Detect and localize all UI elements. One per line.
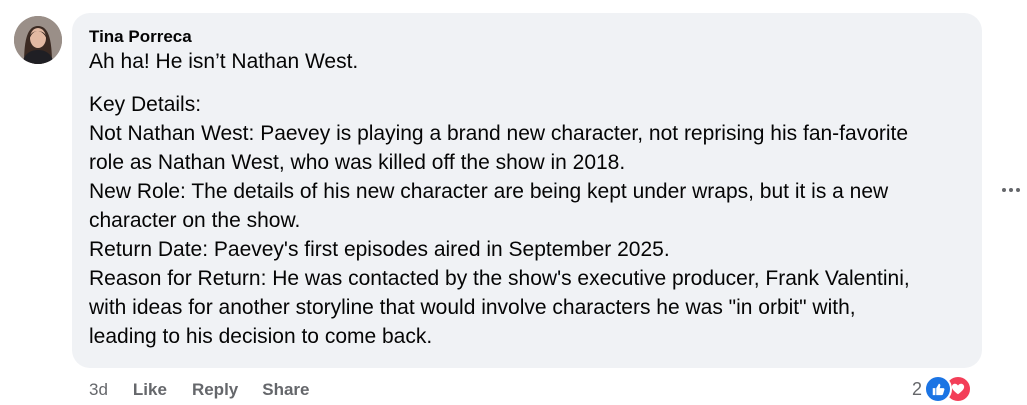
comment-text-line: Reason for Return: He was contacted by t…	[89, 267, 910, 290]
avatar[interactable]	[14, 16, 62, 64]
comment-text-line: Ah ha! He isn’t Nathan West.	[89, 50, 359, 73]
comment-text-line: New Role: The details of his new charact…	[89, 180, 889, 203]
like-button[interactable]: Like	[133, 380, 167, 400]
share-button[interactable]: Share	[262, 380, 309, 400]
reaction-count: 2	[912, 378, 923, 399]
comment-text-line: leading to his decision to come back.	[89, 325, 433, 348]
comment-text-line: Not Nathan West: Paevey is playing a bra…	[89, 122, 909, 145]
reply-button[interactable]: Reply	[192, 380, 238, 400]
reactions-summary[interactable]: 2	[912, 375, 973, 403]
comment-text-line: Return Date: Paevey's first episodes air…	[89, 238, 670, 261]
more-options-button[interactable]	[996, 178, 1026, 202]
comment-text-line: character on the show.	[89, 209, 301, 232]
comment-text-line: Key Details:	[89, 93, 202, 116]
more-horizontal-icon	[1002, 188, 1020, 192]
comment-bubble: Tina Porreca Ah ha! He isn’t Nathan West…	[72, 13, 982, 368]
comment-text-line: role as Nathan West, who was killed off …	[89, 151, 626, 174]
comment-text-line: with ideas for another storyline that wo…	[89, 296, 856, 319]
comment-author-name[interactable]: Tina Porreca	[89, 26, 966, 48]
like-icon	[924, 375, 953, 403]
comment-timestamp[interactable]: 3d	[89, 380, 108, 400]
comment-actions: 3d Like Reply Share	[89, 377, 310, 403]
